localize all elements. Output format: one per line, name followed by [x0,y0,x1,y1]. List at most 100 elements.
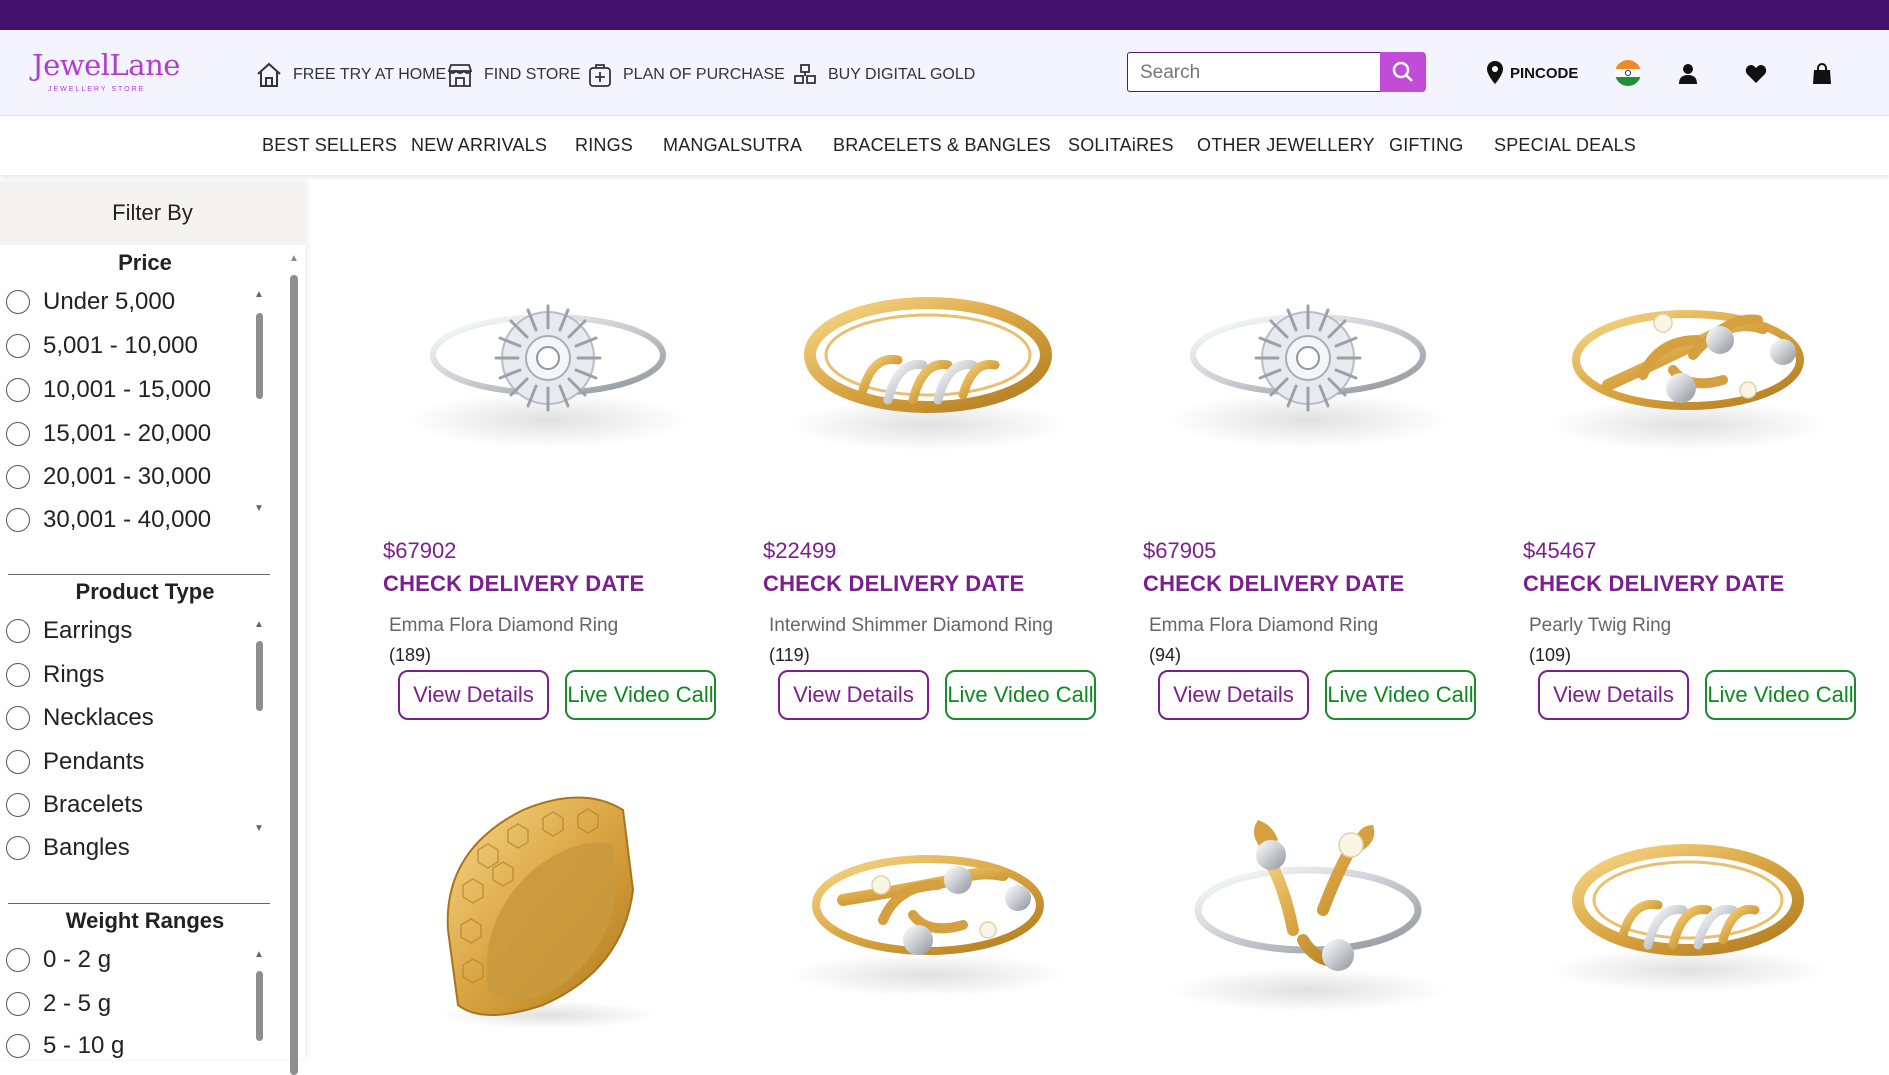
filter-option[interactable]: 0 - 2 g [6,945,111,975]
radio-button[interactable] [6,508,30,532]
product-name[interactable]: Emma Flora Diamond Ring [1149,615,1378,637]
nav-free-try-at-home[interactable]: FREE TRY AT HOME [255,60,446,90]
scrollbar-thumb[interactable] [290,275,298,1075]
scroll-down-arrow-icon[interactable]: ▼ [254,503,264,514]
radio-button[interactable] [6,992,30,1016]
filter-option[interactable]: Bangles [6,833,130,863]
category-rings[interactable]: RINGS [575,135,633,156]
filter-option[interactable]: Rings [6,660,104,690]
category-bracelets-bangles[interactable]: BRACELETS & BANGLES [833,135,1051,156]
filter-option[interactable]: 10,001 - 15,000 [6,375,211,405]
filter-option[interactable]: Under 5,000 [6,287,175,317]
filter-option[interactable]: 5 - 10 g [6,1031,124,1061]
category-new-arrivals[interactable]: NEW ARRIVALS [411,135,547,156]
radio-button[interactable] [6,465,30,489]
filter-option-label: 5,001 - 10,000 [43,332,198,359]
search-button[interactable] [1380,52,1426,92]
product-image-gold-swirl-ring[interactable] [763,260,1093,500]
scrollbar-thumb[interactable] [256,641,263,711]
filter-option[interactable]: Earrings [6,616,132,646]
product-image-gold-hexagon-band[interactable] [383,790,713,1030]
scroll-up-arrow-icon[interactable]: ▲ [254,949,264,960]
pincode-button[interactable]: PINCODE [1486,60,1578,86]
product-name[interactable]: Interwind Shimmer Diamond Ring [769,615,1053,637]
product-image-gold-twig-ring[interactable] [1523,260,1853,500]
home-icon [257,62,281,87]
filter-option[interactable]: Pendants [6,747,144,777]
product-image-diamond-halo-ring[interactable] [383,260,713,500]
category-best-sellers[interactable]: BEST SELLERS [262,135,397,156]
radio-button[interactable] [6,750,30,774]
india-flag-icon[interactable] [1615,60,1641,86]
scroll-up-arrow-icon[interactable]: ▲ [254,619,264,630]
view-details-button[interactable]: View Details [1158,670,1309,720]
product-image-gold-twig-ring[interactable] [763,790,1093,1030]
radio-button[interactable] [6,334,30,358]
filter-option[interactable]: 2 - 5 g [6,989,111,1019]
radio-button[interactable] [6,619,30,643]
sidebar-scrollbar[interactable]: ▲ [287,253,301,1075]
cart-bag-icon[interactable] [1808,60,1836,88]
radio-button[interactable] [6,1034,30,1058]
account-icon[interactable] [1674,60,1702,88]
check-delivery-date-link[interactable]: CHECK DELIVERY DATE [763,571,1024,597]
pincode-label: PINCODE [1510,64,1579,82]
category-special-deals[interactable]: SPECIAL DEALS [1494,135,1636,156]
filter-option[interactable]: 30,001 - 40,000 [6,505,211,535]
wishlist-heart-icon[interactable] [1742,60,1770,88]
nav-find-store[interactable]: FIND STORE [446,60,581,90]
scroll-up-arrow-icon[interactable]: ▲ [254,289,264,300]
scrollbar-thumb[interactable] [256,313,263,399]
filter-option-label: 10,001 - 15,000 [43,376,212,403]
scroll-up-arrow-icon[interactable]: ▲ [289,253,299,264]
filter-option[interactable]: 15,001 - 20,000 [6,419,211,449]
scroll-down-arrow-icon[interactable]: ▼ [254,823,264,834]
live-video-call-button[interactable]: Live Video Call [1325,670,1476,720]
view-details-button[interactable]: View Details [1538,670,1689,720]
radio-button[interactable] [6,836,30,860]
product-name[interactable]: Emma Flora Diamond Ring [389,615,618,637]
price-scrollbar[interactable]: ▲ ▼ [252,289,266,521]
check-delivery-date-link[interactable]: CHECK DELIVERY DATE [1143,571,1404,597]
search-input[interactable] [1140,62,1368,84]
nav-label: FIND STORE [484,66,581,83]
radio-button[interactable] [6,793,30,817]
live-video-call-button[interactable]: Live Video Call [945,670,1096,720]
nav-plan-of-purchase[interactable]: PLAN OF PURCHASE [587,60,785,90]
scrollbar-thumb[interactable] [256,971,263,1041]
check-delivery-date-link[interactable]: CHECK DELIVERY DATE [1523,571,1784,597]
filter-option[interactable]: Necklaces [6,703,154,733]
product-image-gold-floral-bypass-ring[interactable] [1143,790,1473,1030]
filter-option-label: Rings [43,661,105,688]
logo[interactable]: JewelLane JEWELLERY STORE [32,48,180,98]
category-other-jewellery[interactable]: OTHER JEWELLERY [1197,135,1375,156]
filter-option-label: Necklaces [43,704,154,731]
search-field[interactable] [1127,52,1381,92]
filter-option[interactable]: 5,001 - 10,000 [6,331,198,361]
product-image-diamond-halo-ring[interactable] [1143,260,1473,500]
live-video-call-button[interactable]: Live Video Call [565,670,716,720]
weight-scrollbar[interactable]: ▲ [252,949,266,1059]
product-price: $67902 [383,538,457,563]
category-solitaires[interactable]: SOLITAiRES [1068,135,1174,156]
live-video-call-button[interactable]: Live Video Call [1705,670,1856,720]
radio-button[interactable] [6,290,30,314]
category-gifting[interactable]: GIFTING [1389,135,1463,156]
product-name[interactable]: Pearly Twig Ring [1529,615,1671,637]
product-image-gold-swirl-ring[interactable] [1523,790,1853,1030]
filter-sidebar: Filter By ▲ Price Under 5,000 5,001 - 10… [0,181,305,1075]
product-type-scrollbar[interactable]: ▲ ▼ [252,619,266,851]
radio-button[interactable] [6,706,30,730]
view-details-button[interactable]: View Details [398,670,549,720]
nav-buy-digital-gold[interactable]: BUY DIGITAL GOLD [792,60,975,90]
store-icon [447,64,473,87]
radio-button[interactable] [6,663,30,687]
view-details-button[interactable]: View Details [778,670,929,720]
radio-button[interactable] [6,378,30,402]
radio-button[interactable] [6,422,30,446]
category-mangalsutra[interactable]: MANGALSUTRA [663,135,802,156]
filter-option[interactable]: 20,001 - 30,000 [6,462,211,492]
check-delivery-date-link[interactable]: CHECK DELIVERY DATE [383,571,644,597]
filter-option[interactable]: Bracelets [6,790,143,820]
radio-button[interactable] [6,948,30,972]
